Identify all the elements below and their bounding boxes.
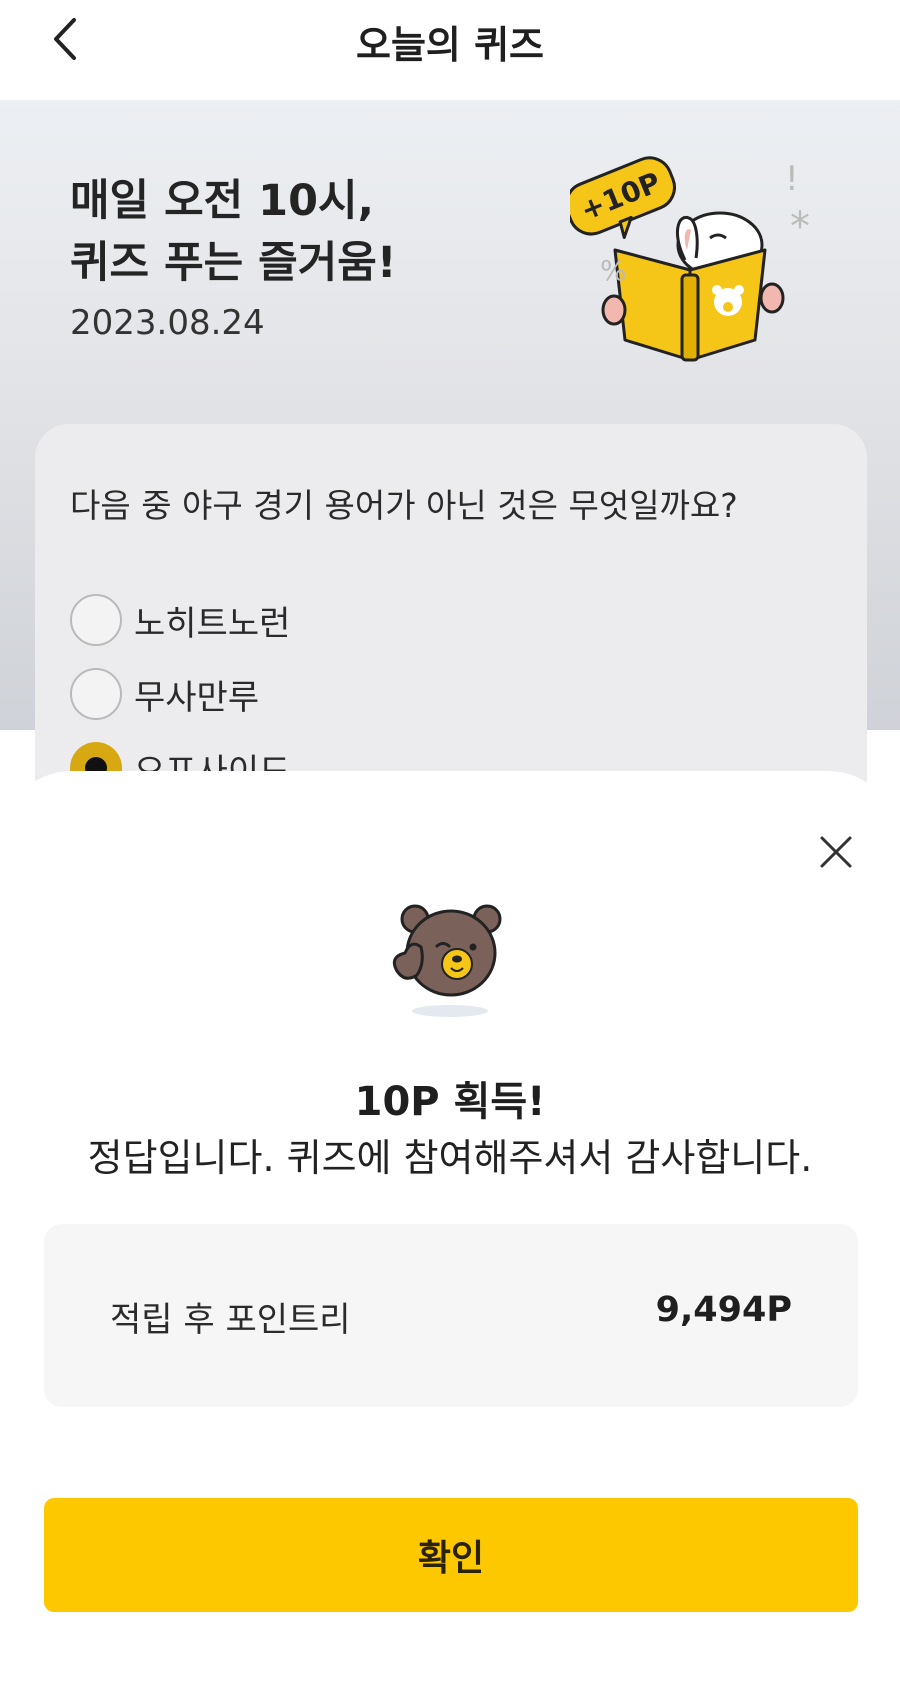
close-icon [820, 836, 852, 868]
points-value: 9,494P [655, 1290, 792, 1330]
radio-button[interactable] [70, 668, 122, 720]
quiz-date: 2023.08.24 [70, 303, 265, 343]
points-summary-box: 적립 후 포인트리 9,494P [44, 1224, 858, 1407]
radio-button[interactable] [70, 594, 122, 646]
hero-title: 매일 오전 10시, 퀴즈 푸는 즐거움! [70, 176, 397, 288]
close-button[interactable] [810, 826, 862, 878]
quiz-option-2[interactable]: 무사만루 [70, 668, 259, 720]
confirm-button[interactable]: 확인 [44, 1498, 858, 1612]
result-message: 정답입니다. 퀴즈에 참여해주셔서 감사합니다. [87, 1136, 813, 1180]
page-title: 오늘의 퀴즈 [355, 23, 545, 67]
quiz-option-label: 무사만루 [134, 677, 260, 718]
thumbs-up-bear-illustration [392, 904, 502, 1017]
top-app-bar: 오늘의 퀴즈 [0, 0, 900, 100]
svg-text:*: * [790, 204, 810, 250]
quiz-question: 다음 중 야구 경기 용어가 아닌 것은 무엇일까요? [70, 486, 738, 525]
points-label: 적립 후 포인트리 [110, 1300, 351, 1340]
svg-text:!: ! [785, 159, 799, 199]
reward-title: 10P 획득! [354, 1079, 546, 1125]
svg-text:%: % [600, 254, 627, 287]
rabbit-reading-book-illustration: +10P * ! % [570, 156, 810, 362]
result-bottom-sheet: 10P 획득! 정답입니다. 퀴즈에 참여해주셔서 감사합니다. 적립 후 포인… [0, 771, 900, 1686]
quiz-option-label: 노히트노런 [134, 603, 291, 644]
quiz-option-1[interactable]: 노히트노런 [70, 594, 290, 646]
